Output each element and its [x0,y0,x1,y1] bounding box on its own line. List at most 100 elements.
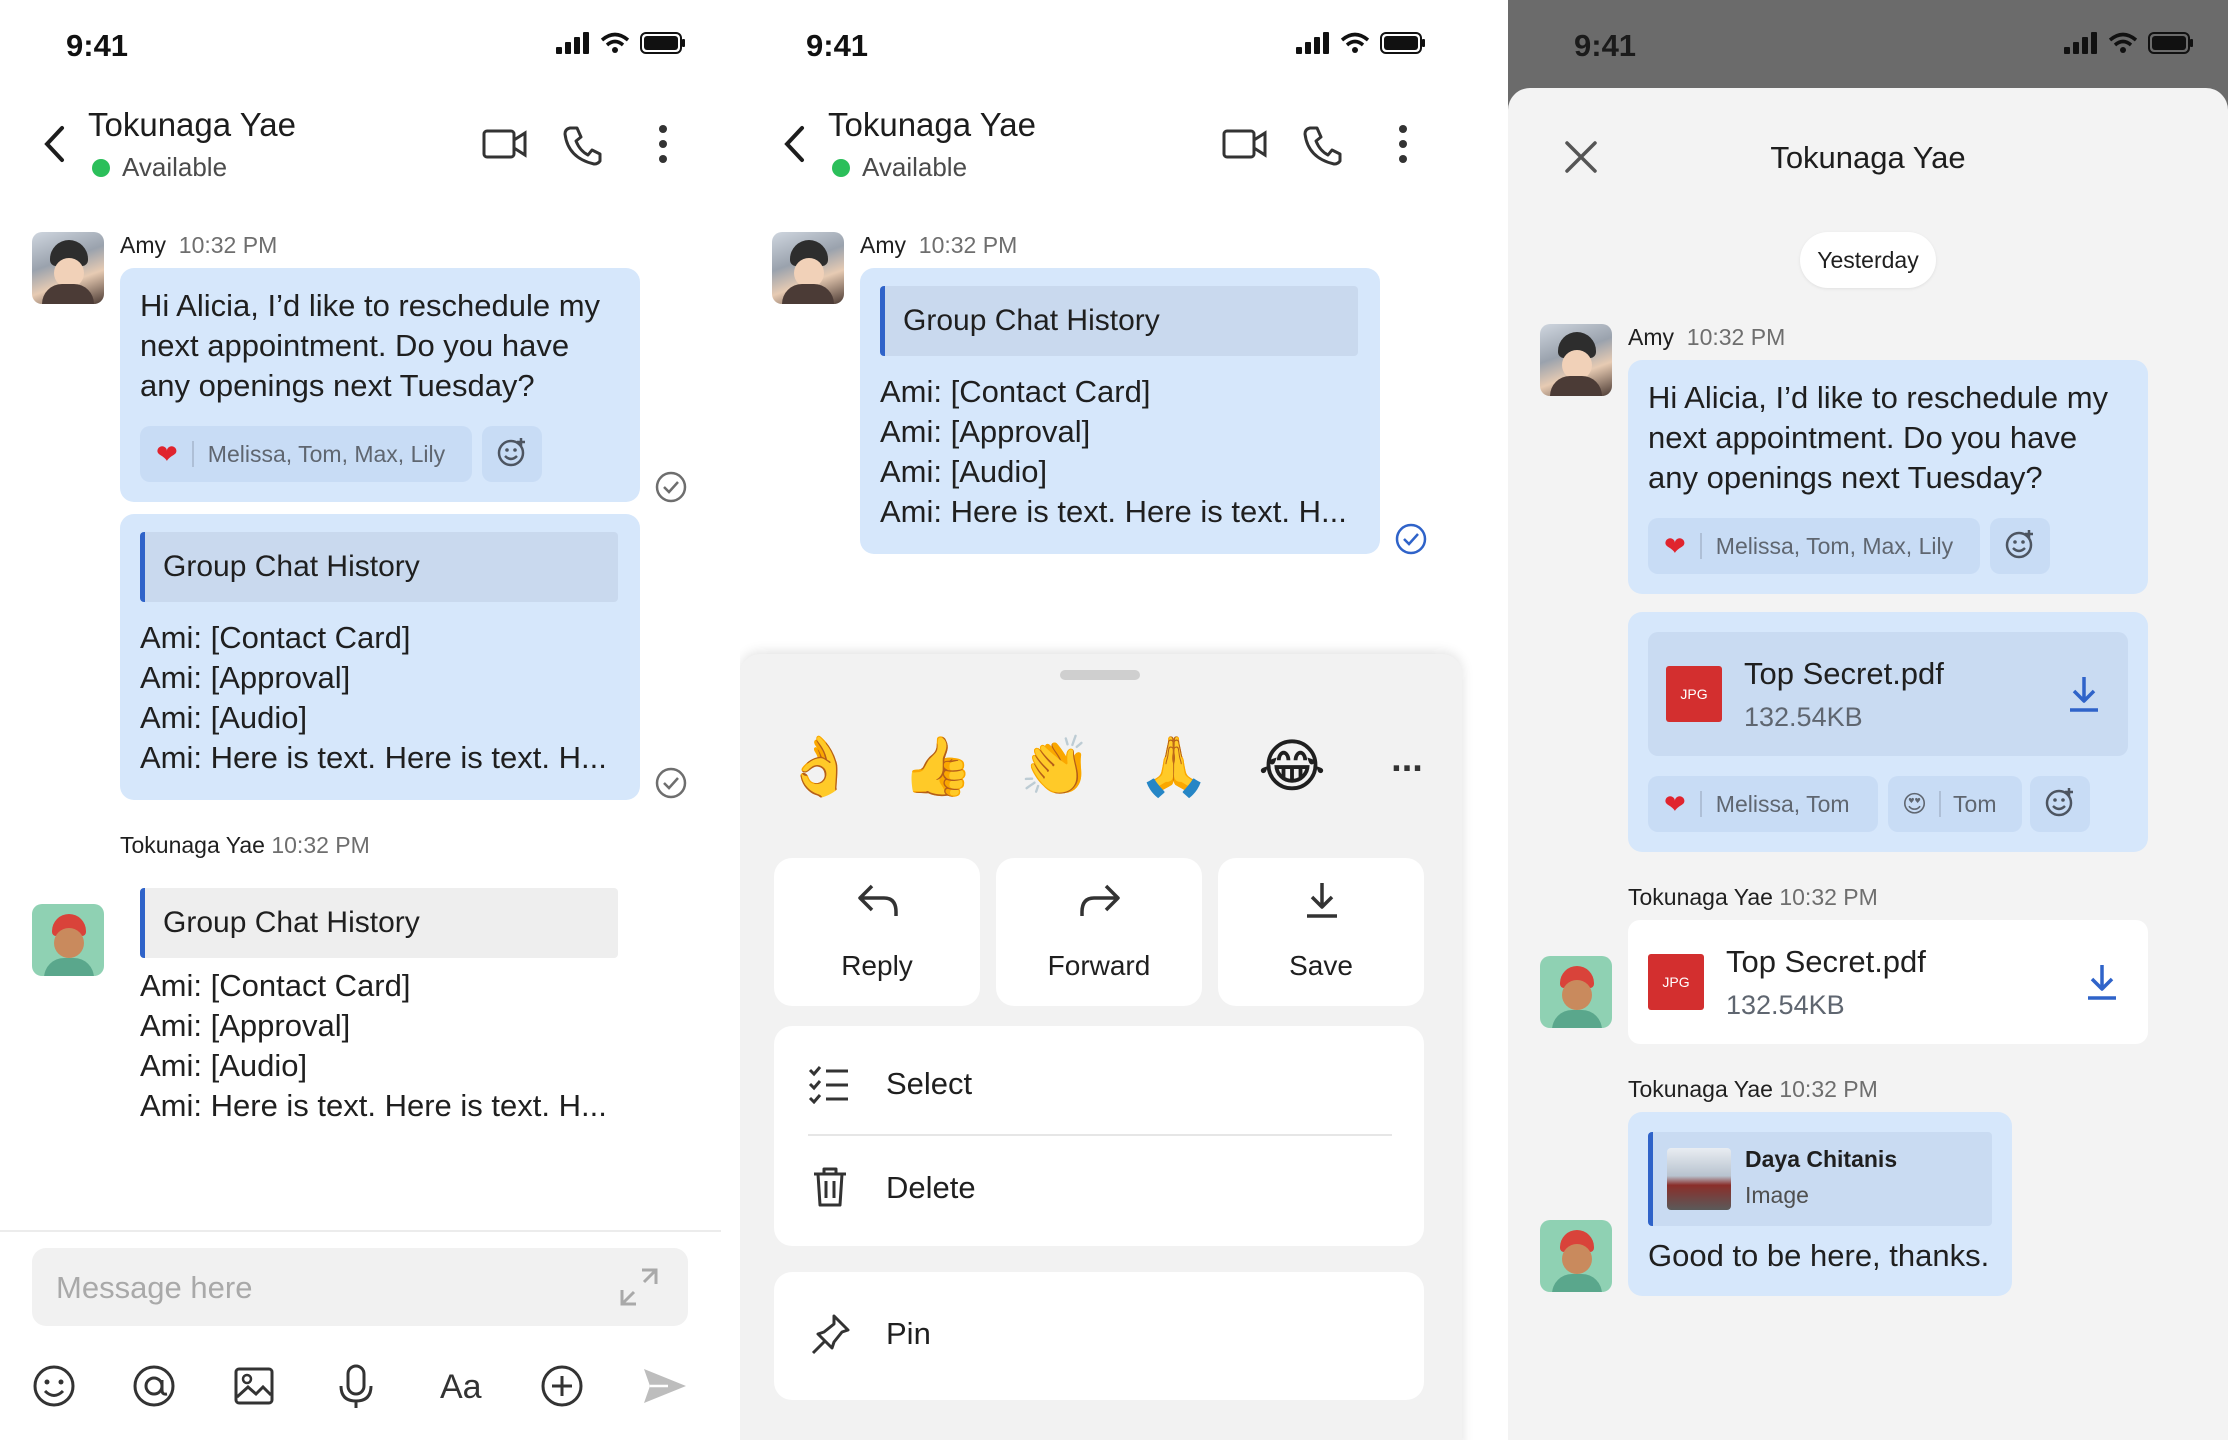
emoji-clap[interactable]: 👏 [1006,738,1106,796]
avatar[interactable] [1540,324,1612,396]
signal-icon [556,32,590,59]
avatar[interactable] [32,232,104,304]
file-size: 132.54KB [1726,990,1845,1020]
download-icon[interactable] [2066,674,2102,714]
download-icon[interactable] [2084,962,2120,1002]
more-emoji-button[interactable]: ... [1362,738,1452,781]
history-lines: Ami: [Contact Card] Ami: [Approval] Ami: [… [880,374,1347,529]
message-input[interactable]: Message here [32,1248,688,1326]
emoji-pray[interactable]: 🙏 [1124,738,1224,796]
quoted-message[interactable]: Daya Chitanis Image [1648,1132,1992,1226]
reaction-chip[interactable]: 😍 Tom [1888,776,2022,832]
mention-icon[interactable] [132,1364,176,1408]
message-bubble[interactable]: Hi Alicia, I’d like to reschedule my next… [120,268,640,502]
delete-label: Delete [886,1170,976,1205]
message-text: Hi Alicia, I’d like to reschedule my next… [140,288,601,403]
select-menu-item[interactable]: Select [774,1026,1424,1134]
history-lines: Ami: [Contact Card] Ami: [Approval] Ami: [… [140,620,607,775]
battery-icon [640,32,686,59]
quoted-image-thumbnail [1667,1148,1731,1210]
pin-label: Pin [886,1316,931,1351]
avatar[interactable] [32,904,104,976]
input-placeholder: Message here [56,1270,253,1305]
emoji-icon[interactable] [32,1364,76,1408]
message-meta: Tokunaga Yae 10:32 PM [120,832,370,858]
message-actions-pane: 9:41 Tokunaga Yae Available Amy 10:32 PM… [740,0,1478,1440]
history-title[interactable]: Group Chat History [140,888,618,958]
reply-bubble[interactable]: Daya Chitanis Image Good to be here, tha… [1628,1112,2012,1296]
video-call-icon[interactable] [1222,128,1268,160]
avatar[interactable] [1540,956,1612,1028]
heart-eyes-icon: 😍 [1902,790,1928,818]
signal-icon [2064,32,2098,59]
video-call-icon[interactable] [482,128,528,160]
avatar[interactable] [772,232,844,304]
presence-status: Available [92,152,227,183]
signal-icon [1296,32,1330,59]
contact-name[interactable]: Tokunaga Yae [88,106,296,144]
pin-menu-item[interactable]: Pin [774,1272,1424,1400]
history-title: Group Chat History [140,532,618,602]
file-type-badge: JPG [1648,954,1704,1010]
file-name: Top Secret.pdf [1744,656,1944,691]
add-emoji-icon [2044,786,2076,823]
contact-name[interactable]: Tokunaga Yae [828,106,1036,144]
select-list-icon [808,1064,850,1104]
expand-icon[interactable] [618,1266,660,1308]
emoji-ok[interactable]: 👌 [770,738,870,796]
forward-label: Forward [1047,950,1151,981]
microphone-icon[interactable] [336,1364,376,1410]
download-icon [1302,880,1342,920]
file-size: 132.54KB [1744,702,1863,732]
reaction-chip[interactable]: ❤ Melissa, Tom, Max, Lily [140,426,472,482]
emoji-thumbs-up[interactable]: 👍 [888,738,988,796]
forwarded-history-bubble[interactable]: Group Chat History Ami: [Contact Card] Am… [120,514,640,800]
file-attachment[interactable]: JPG Top Secret.pdf 132.54KB [1628,920,2148,1044]
file-attachment[interactable]: JPG Top Secret.pdf 132.54KB [1648,632,2128,756]
reply-icon [856,882,900,920]
reply-button[interactable]: Reply [774,858,980,1006]
battery-icon [1380,32,1426,59]
message-bubble[interactable]: Hi Alicia, I’d like to reschedule my next… [1628,360,2148,594]
reaction-chip[interactable]: ❤ Melissa, Tom, Max, Lily [1648,518,1980,574]
status-icons [2064,32,2194,59]
text-format-button[interactable]: Aa [440,1368,482,1407]
add-reaction-button[interactable] [2030,776,2090,832]
wifi-icon [600,32,630,59]
back-icon[interactable] [42,124,66,164]
file-bubble[interactable]: JPG Top Secret.pdf 132.54KB ❤ Melissa, T… [1628,612,2148,852]
phone-call-icon[interactable] [1302,124,1344,166]
image-icon[interactable] [232,1364,276,1408]
heart-icon: ❤ [1664,530,1686,561]
message-meta: Amy 10:32 PM [120,232,278,258]
send-icon[interactable] [642,1366,688,1406]
heart-icon: ❤ [1664,788,1686,819]
add-reaction-button[interactable] [482,426,542,482]
add-icon[interactable] [540,1364,584,1408]
more-options-icon[interactable] [658,124,668,164]
add-emoji-icon [2004,528,2036,565]
menu-card: Select Delete [774,1026,1424,1246]
date-chip: Yesterday [1800,232,1936,288]
save-label: Save [1289,950,1353,981]
status-icons [1296,32,1426,59]
file-name: Top Secret.pdf [1726,944,1926,979]
save-button[interactable]: Save [1218,858,1424,1006]
add-reaction-button[interactable] [1990,518,2050,574]
avatar[interactable] [1540,1220,1612,1292]
message-meta: Tokunaga Yae 10:32 PM [1628,1076,1878,1102]
chat-pane: 9:41 Tokunaga Yae Available Amy 10:32 PM… [0,0,721,1440]
drag-handle[interactable] [1060,670,1140,680]
read-receipt-icon [654,470,688,504]
more-options-icon[interactable] [1398,124,1408,164]
selected-message-bubble[interactable]: Group Chat History Ami: [Contact Card] Am… [860,268,1380,554]
forward-button[interactable]: Forward [996,858,1202,1006]
delete-menu-item[interactable]: Delete [774,1136,1424,1246]
forward-icon [1078,882,1122,920]
available-dot [92,158,110,177]
message-meta: Tokunaga Yae 10:32 PM [1628,884,1878,910]
reaction-chip[interactable]: ❤ Melissa, Tom [1648,776,1878,832]
phone-call-icon[interactable] [562,124,604,166]
emoji-joy[interactable]: 😂 [1242,738,1342,796]
back-icon[interactable] [782,124,806,164]
